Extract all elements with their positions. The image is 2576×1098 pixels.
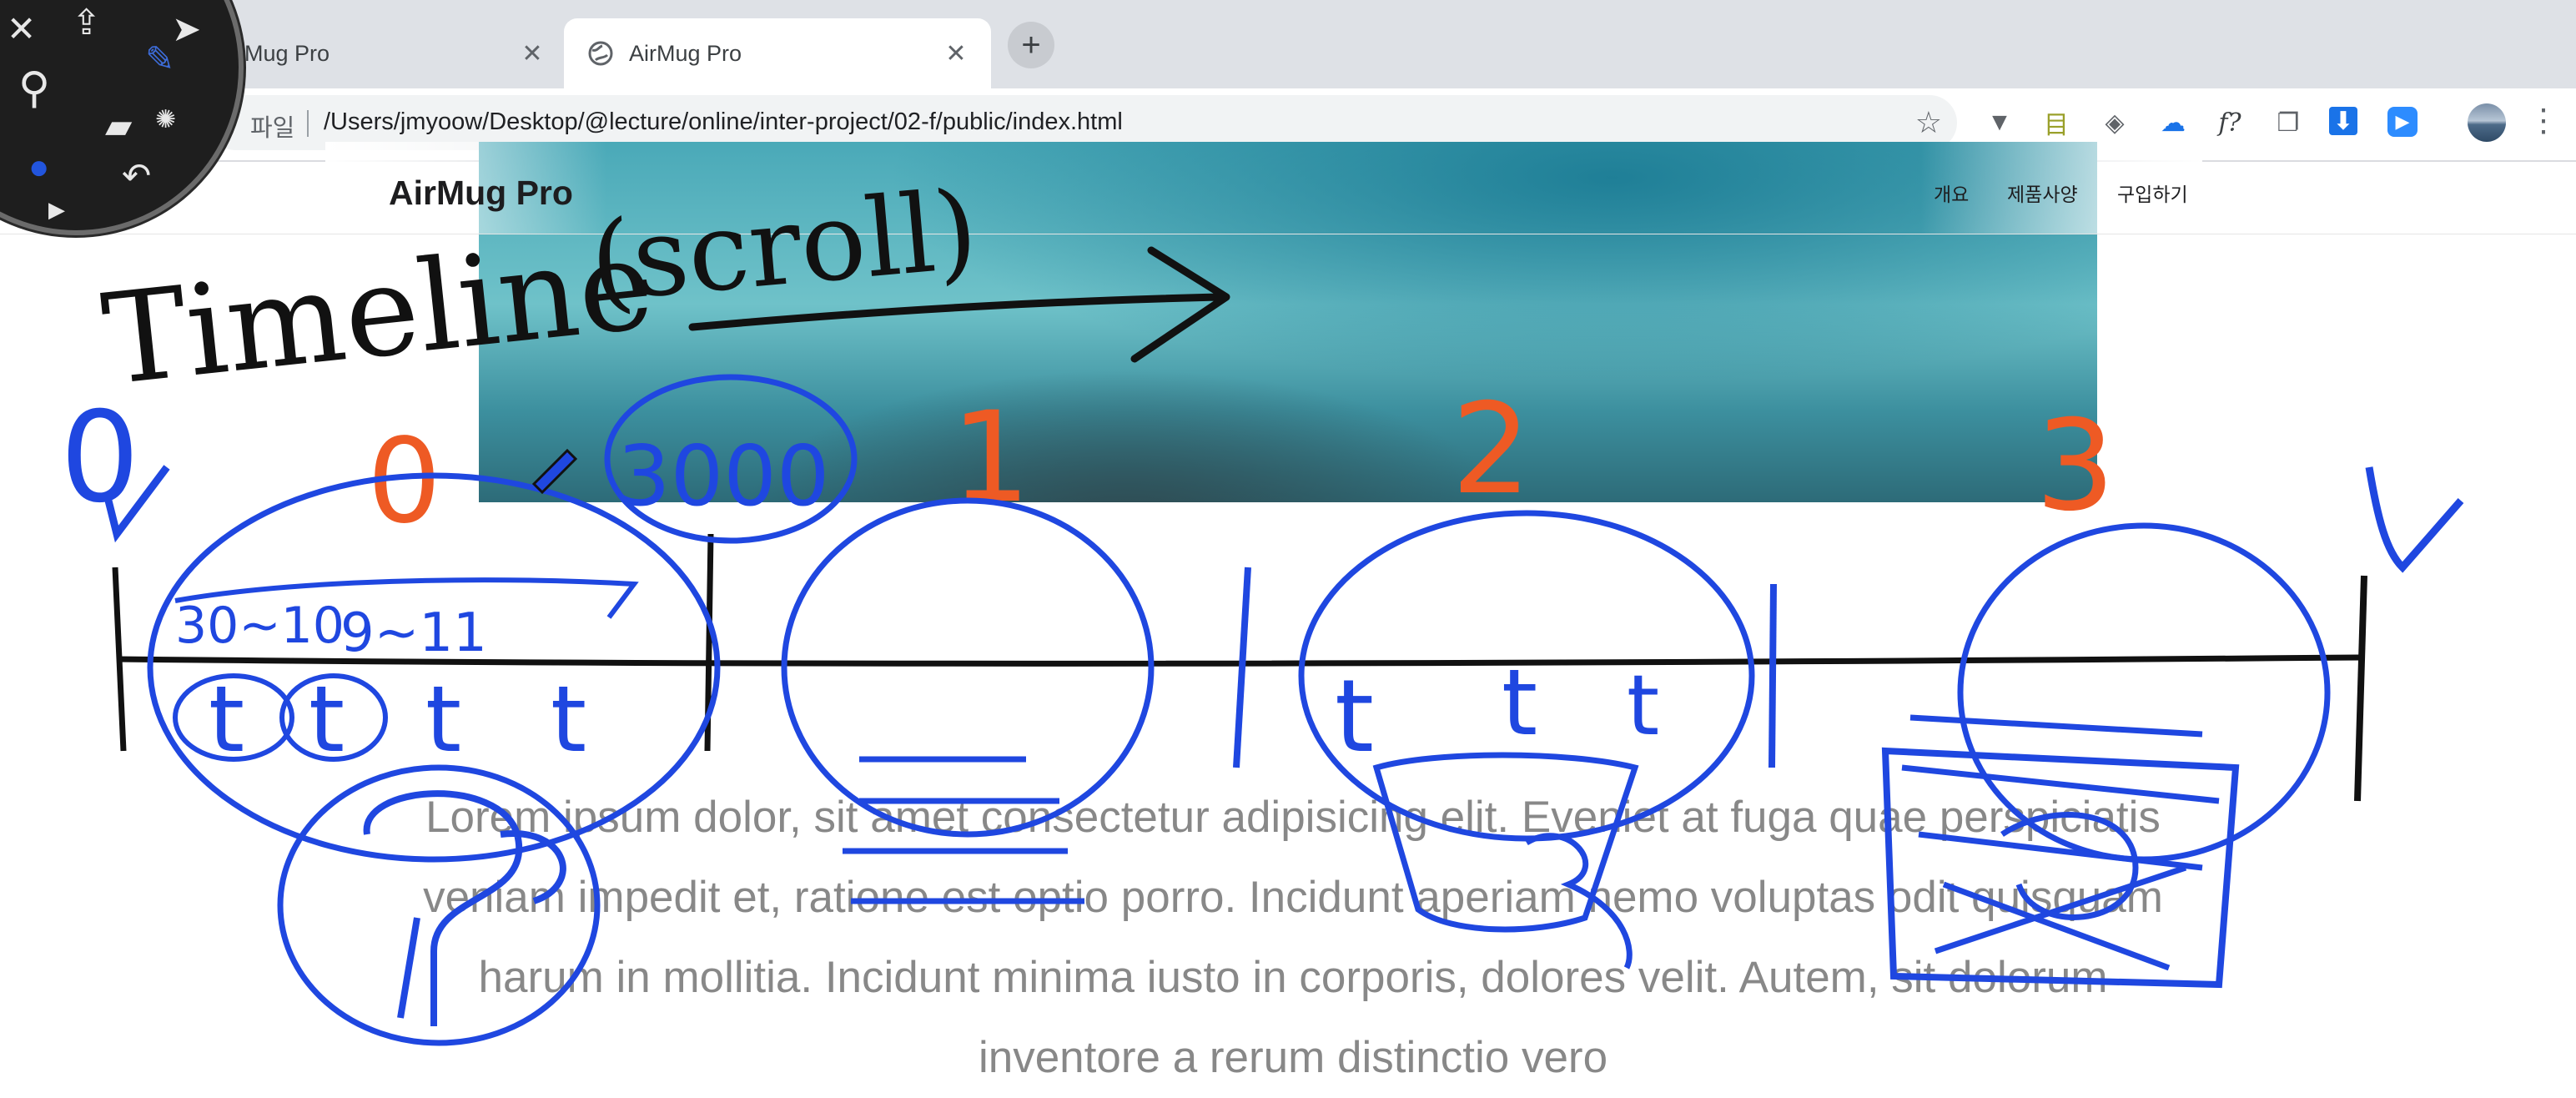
download-icon[interactable]: ⬇ <box>2329 107 2357 135</box>
close-palette-icon[interactable]: ✕ <box>7 8 36 49</box>
play-icon[interactable]: ▶ <box>48 197 65 223</box>
zoom-video-icon[interactable]: ▶ <box>2387 107 2418 137</box>
brand-logo-text[interactable]: AirMug Pro <box>389 174 573 213</box>
share-icon[interactable]: ⇪ <box>72 2 101 43</box>
font-finder-icon[interactable]: f? <box>2214 107 2246 139</box>
globe-icon <box>588 41 613 66</box>
nav-link-overview[interactable]: 개요 <box>1934 179 1969 207</box>
nav-link-specs[interactable]: 제품사양 <box>2007 179 2078 207</box>
vuejs-devtools-icon[interactable]: ▼ <box>1984 107 2015 139</box>
tab-title: AirMug Pro <box>217 40 330 66</box>
color-swatch-icon[interactable]: ● <box>28 147 49 187</box>
global-nav: AirMug Pro 개요 제품사양 구입하기 <box>0 162 2576 235</box>
more-menu-icon[interactable]: ⋮ <box>2528 102 2559 139</box>
settings-gear-icon[interactable]: ✺ <box>155 105 176 134</box>
nav-link-buy[interactable]: 구입하기 <box>2117 179 2188 207</box>
profile-avatar[interactable] <box>2468 103 2506 142</box>
bookmark-star-icon[interactable]: ☆ <box>1915 105 1942 140</box>
browser-tab-strip: AirMug Pro ✕ AirMug Pro ✕ + <box>0 0 2576 88</box>
close-tab-icon[interactable]: ✕ <box>516 37 549 70</box>
description-paragraph: Lorem ipsum dolor, sit amet consectetur … <box>423 793 2163 1082</box>
bookmark-tag-icon[interactable]: 目 <box>2040 107 2072 139</box>
tab-airmug-pro-active[interactable]: AirMug Pro ✕ <box>564 18 991 88</box>
pointer-icon[interactable]: ➤ <box>172 8 201 49</box>
copy-pages-icon[interactable]: ❐ <box>2272 107 2304 139</box>
address-separator <box>307 110 309 137</box>
tab-title: AirMug Pro <box>629 40 742 66</box>
web-page: AirMug Pro 개요 제품사양 구입하기 Lorem ipsum dolo… <box>0 142 2576 1082</box>
new-tab-button[interactable]: + <box>1008 22 1054 68</box>
cloud-icon[interactable]: ☁ <box>2157 107 2189 139</box>
undo-icon[interactable]: ↶ <box>122 155 151 196</box>
close-tab-icon[interactable]: ✕ <box>939 37 973 70</box>
bell-icon[interactable]: ⚲ <box>18 63 50 113</box>
price-tag-icon[interactable]: ◈ <box>2099 107 2131 139</box>
address-url[interactable]: /Users/jmyoow/Desktop/@lecture/online/in… <box>324 108 1123 136</box>
address-scheme-label: 파일 <box>250 115 295 142</box>
pen-tool-icon[interactable]: ✎ <box>145 38 174 79</box>
eraser-tool-icon[interactable]: ▰ <box>105 105 132 146</box>
